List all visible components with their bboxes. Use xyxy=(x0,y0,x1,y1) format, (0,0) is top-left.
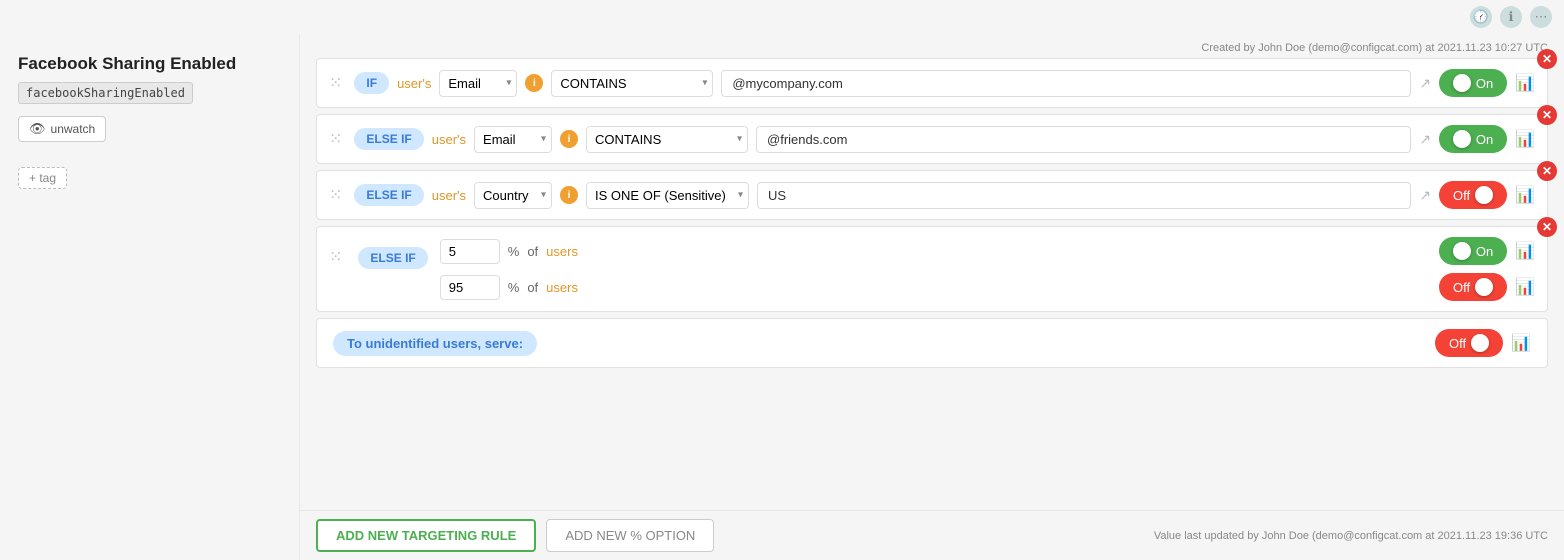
created-info: Created by John Doe (demo@configcat.com)… xyxy=(300,34,1564,58)
close-rule-4-button[interactable]: ✕ xyxy=(1537,217,1557,237)
rule-row-4: ✕ ⁙ ELSE IF % of users xyxy=(316,226,1548,312)
pct-input-b[interactable] xyxy=(440,275,500,300)
drag-handle-3[interactable]: ⁙ xyxy=(329,185,342,205)
add-rule-label: ADD NEW TARGETING RULE xyxy=(336,528,516,543)
elseif-badge-4: ELSE IF xyxy=(358,247,427,269)
more-icon[interactable]: ⋯ xyxy=(1530,6,1552,28)
tag-label: + tag xyxy=(29,171,56,185)
add-targeting-rule-button[interactable]: ADD NEW TARGETING RULE xyxy=(316,519,536,552)
of-label-b: of xyxy=(527,280,538,295)
unidentified-label: To unidentified users, serve: xyxy=(333,331,537,356)
toggle-label-4a: On xyxy=(1476,244,1493,259)
edit-icon-2[interactable]: ↗ xyxy=(1419,131,1431,148)
history-icon[interactable]: 🕜 xyxy=(1470,6,1492,28)
toggle-1[interactable]: On xyxy=(1439,69,1507,97)
users-label-b: users xyxy=(546,280,578,295)
toggle-unidentified[interactable]: Off xyxy=(1435,329,1503,357)
add-tag-button[interactable]: + tag xyxy=(18,167,67,189)
pct-symbol-b: % xyxy=(508,280,520,295)
last-updated-info: Value last updated by John Doe (demo@con… xyxy=(1154,530,1548,542)
pct-input-a[interactable] xyxy=(440,239,500,264)
attribute-select-1[interactable]: Email Country xyxy=(439,70,517,97)
add-pct-label: ADD NEW % OPTION xyxy=(565,528,695,543)
unwatch-label: unwatch xyxy=(51,122,96,136)
close-rule-2-button[interactable]: ✕ xyxy=(1537,105,1557,125)
user-label-3: user's xyxy=(432,188,466,203)
attribute-select-3[interactable]: Country Email xyxy=(474,182,552,209)
pct-symbol-a: % xyxy=(508,244,520,259)
info-badge-3: i xyxy=(560,186,578,204)
rule-row-2: ✕ ⁙ ELSE IF user's Email Country i CONTA… xyxy=(316,114,1548,164)
chart-icon-2[interactable]: 📊 xyxy=(1515,129,1535,149)
drag-handle-4[interactable]: ⁙ xyxy=(329,247,342,267)
pct-row-a: % of users On 📊 xyxy=(440,237,1535,265)
rules-area: ✕ ⁙ IF user's Email Country i CONTAINS xyxy=(300,58,1564,510)
close-rule-3-button[interactable]: ✕ xyxy=(1537,161,1557,181)
bottom-bar: ADD NEW TARGETING RULE ADD NEW % OPTION … xyxy=(300,510,1564,560)
attribute-select-2[interactable]: Email Country xyxy=(474,126,552,153)
value-input-1[interactable] xyxy=(721,70,1411,97)
chart-icon-3[interactable]: 📊 xyxy=(1515,185,1535,205)
of-label-a: of xyxy=(527,244,538,259)
operator-select-2[interactable]: CONTAINS DOES NOT CONTAIN xyxy=(586,126,748,153)
feature-key: facebookSharingEnabled xyxy=(18,82,193,104)
if-badge: IF xyxy=(354,72,389,94)
toggle-label-1: On xyxy=(1476,76,1493,91)
users-label-a: users xyxy=(546,244,578,259)
chart-icon-1[interactable]: 📊 xyxy=(1515,73,1535,93)
toggle-3[interactable]: Off xyxy=(1439,181,1507,209)
toggle-2[interactable]: On xyxy=(1439,125,1507,153)
close-rule-1-button[interactable]: ✕ xyxy=(1537,49,1557,69)
edit-icon-1[interactable]: ↗ xyxy=(1419,75,1431,92)
elseif-badge-2: ELSE IF xyxy=(354,128,423,150)
info-badge-1: i xyxy=(525,74,543,92)
value-input-3[interactable] xyxy=(757,182,1411,209)
page-wrapper: 🕜 ℹ ⋯ Facebook Sharing Enabled facebookS… xyxy=(0,0,1564,560)
toggle-label-4b: Off xyxy=(1453,280,1470,295)
value-input-2[interactable] xyxy=(756,126,1411,153)
toggle-label-2: On xyxy=(1476,132,1493,147)
info-icon[interactable]: ℹ xyxy=(1500,6,1522,28)
chart-icon-4b[interactable]: 📊 xyxy=(1515,277,1535,297)
feature-title: Facebook Sharing Enabled xyxy=(18,54,281,74)
elseif-badge-3: ELSE IF xyxy=(354,184,423,206)
drag-handle-2[interactable]: ⁙ xyxy=(329,129,342,149)
rule-row: ✕ ⁙ IF user's Email Country i CONTAINS xyxy=(316,58,1548,108)
unwatch-icon: 👁︎ xyxy=(29,121,46,137)
edit-icon-3[interactable]: ↗ xyxy=(1419,187,1431,204)
pct-row-b: % of users Off 📊 xyxy=(440,273,1535,301)
unidentified-row: To unidentified users, serve: Off 📊 xyxy=(316,318,1548,368)
operator-select-3[interactable]: IS ONE OF (Sensitive) CONTAINS xyxy=(586,182,749,209)
toggle-label-3: Off xyxy=(1453,188,1470,203)
info-badge-2: i xyxy=(560,130,578,148)
toggle-4a[interactable]: On xyxy=(1439,237,1507,265)
toggle-4b[interactable]: Off xyxy=(1439,273,1507,301)
user-label: user's xyxy=(397,76,431,91)
rule-row-3: ✕ ⁙ ELSE IF user's Country Email i IS ON… xyxy=(316,170,1548,220)
operator-select-1[interactable]: CONTAINS DOES NOT CONTAIN xyxy=(551,70,713,97)
left-panel: Facebook Sharing Enabled facebookSharing… xyxy=(0,34,300,560)
add-pct-option-button[interactable]: ADD NEW % OPTION xyxy=(546,519,714,552)
unwatch-button[interactable]: 👁︎ unwatch xyxy=(18,116,106,142)
user-label-2: user's xyxy=(432,132,466,147)
drag-handle[interactable]: ⁙ xyxy=(329,73,342,93)
chart-icon-unidentified[interactable]: 📊 xyxy=(1511,333,1531,353)
chart-icon-4a[interactable]: 📊 xyxy=(1515,241,1535,261)
toggle-label-unidentified: Off xyxy=(1449,336,1466,351)
